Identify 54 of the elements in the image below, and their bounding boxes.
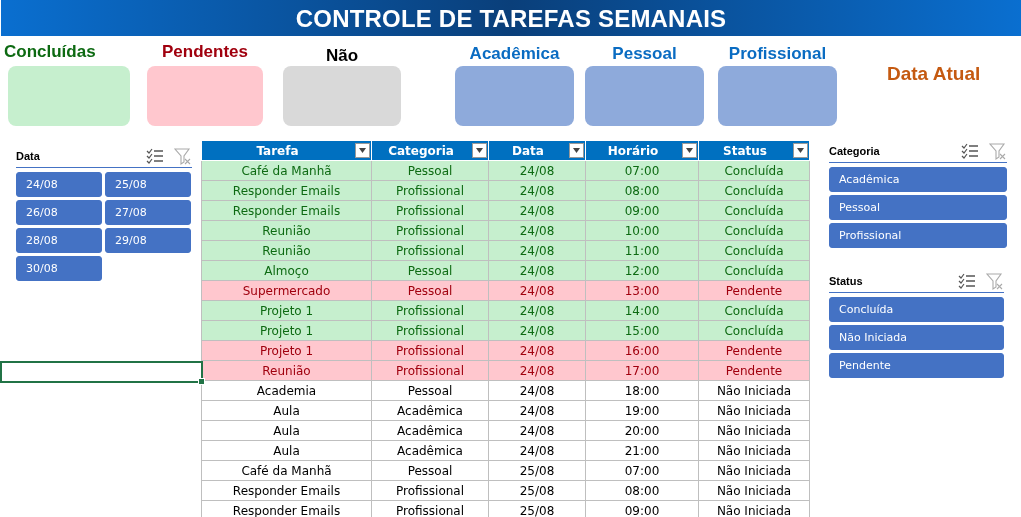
column-header[interactable]: Status [698,140,810,161]
filter-dropdown-icon[interactable] [682,143,697,158]
table-cell: Projeto 1 [201,320,372,341]
table-cell: Café da Manhã [201,160,372,181]
title-banner: CONTROLE DE TAREFAS SEMANAIS [1,0,1021,36]
slicer-item[interactable]: Pessoal [829,195,1007,220]
slicer-item[interactable]: Acadêmica [829,167,1007,192]
table-cell: Reunião [201,240,372,261]
multi-select-icon[interactable] [958,273,976,289]
column-header[interactable]: Data [488,140,586,161]
slicer-item[interactable]: 26/08 [16,200,102,225]
table-cell: Responder Emails [201,480,372,501]
table-cell: Projeto 1 [201,300,372,321]
table-cell: Aula [201,440,372,461]
table-cell: Responder Emails [201,180,372,201]
slicer-title: Categoria [829,145,880,157]
table-cell: Academia [201,380,372,401]
slicer-title: Status [829,275,863,287]
slicer-item[interactable]: Concluída [829,297,1004,322]
table-cell: Aula [201,420,372,441]
slicer-item[interactable]: 25/08 [105,172,191,197]
kpi-label: Acadêmica [469,43,560,65]
slicer-item[interactable]: 24/08 [16,172,102,197]
filter-dropdown-icon[interactable] [793,143,808,158]
slicer-item[interactable]: 30/08 [16,256,102,281]
table-cell: Projeto 1 [201,340,372,361]
table-cell: Reunião [201,220,372,241]
selected-cell[interactable] [0,361,203,383]
table-cell: Aula [201,400,372,421]
slicer-item[interactable]: Pendente [829,353,1004,378]
kpi-label: Pendentes [162,41,248,63]
slicer-item[interactable]: 27/08 [105,200,191,225]
table-cell: Café da Manhã [201,460,372,481]
kpi-label: Concluídas [4,41,96,63]
slicer-item[interactable]: Profissional [829,223,1007,248]
filter-dropdown-icon[interactable] [569,143,584,158]
table-cell: Almoço [201,260,372,281]
filter-dropdown-icon[interactable] [472,143,487,158]
slicer-item[interactable]: 29/08 [105,228,191,253]
kpi-label: Profissional [728,43,827,65]
slicer-item[interactable]: 28/08 [16,228,102,253]
column-header[interactable]: Horário [585,140,699,161]
kpi-label: Pessoal [612,43,677,65]
current-date-label: Data Atual [887,63,981,85]
table-cell: Supermercado [201,280,372,301]
kpi-label: Não [325,45,359,66]
filter-dropdown-icon[interactable] [355,143,370,158]
slicer-title: Data [16,150,40,162]
multi-select-icon[interactable] [961,143,979,159]
column-header[interactable]: Tarefa [201,140,372,161]
column-header[interactable]: Categoria [371,140,489,161]
slicer-item[interactable]: Não Iniciada [829,325,1004,350]
multi-select-icon[interactable] [146,148,164,164]
table-cell: Responder Emails [201,200,372,221]
